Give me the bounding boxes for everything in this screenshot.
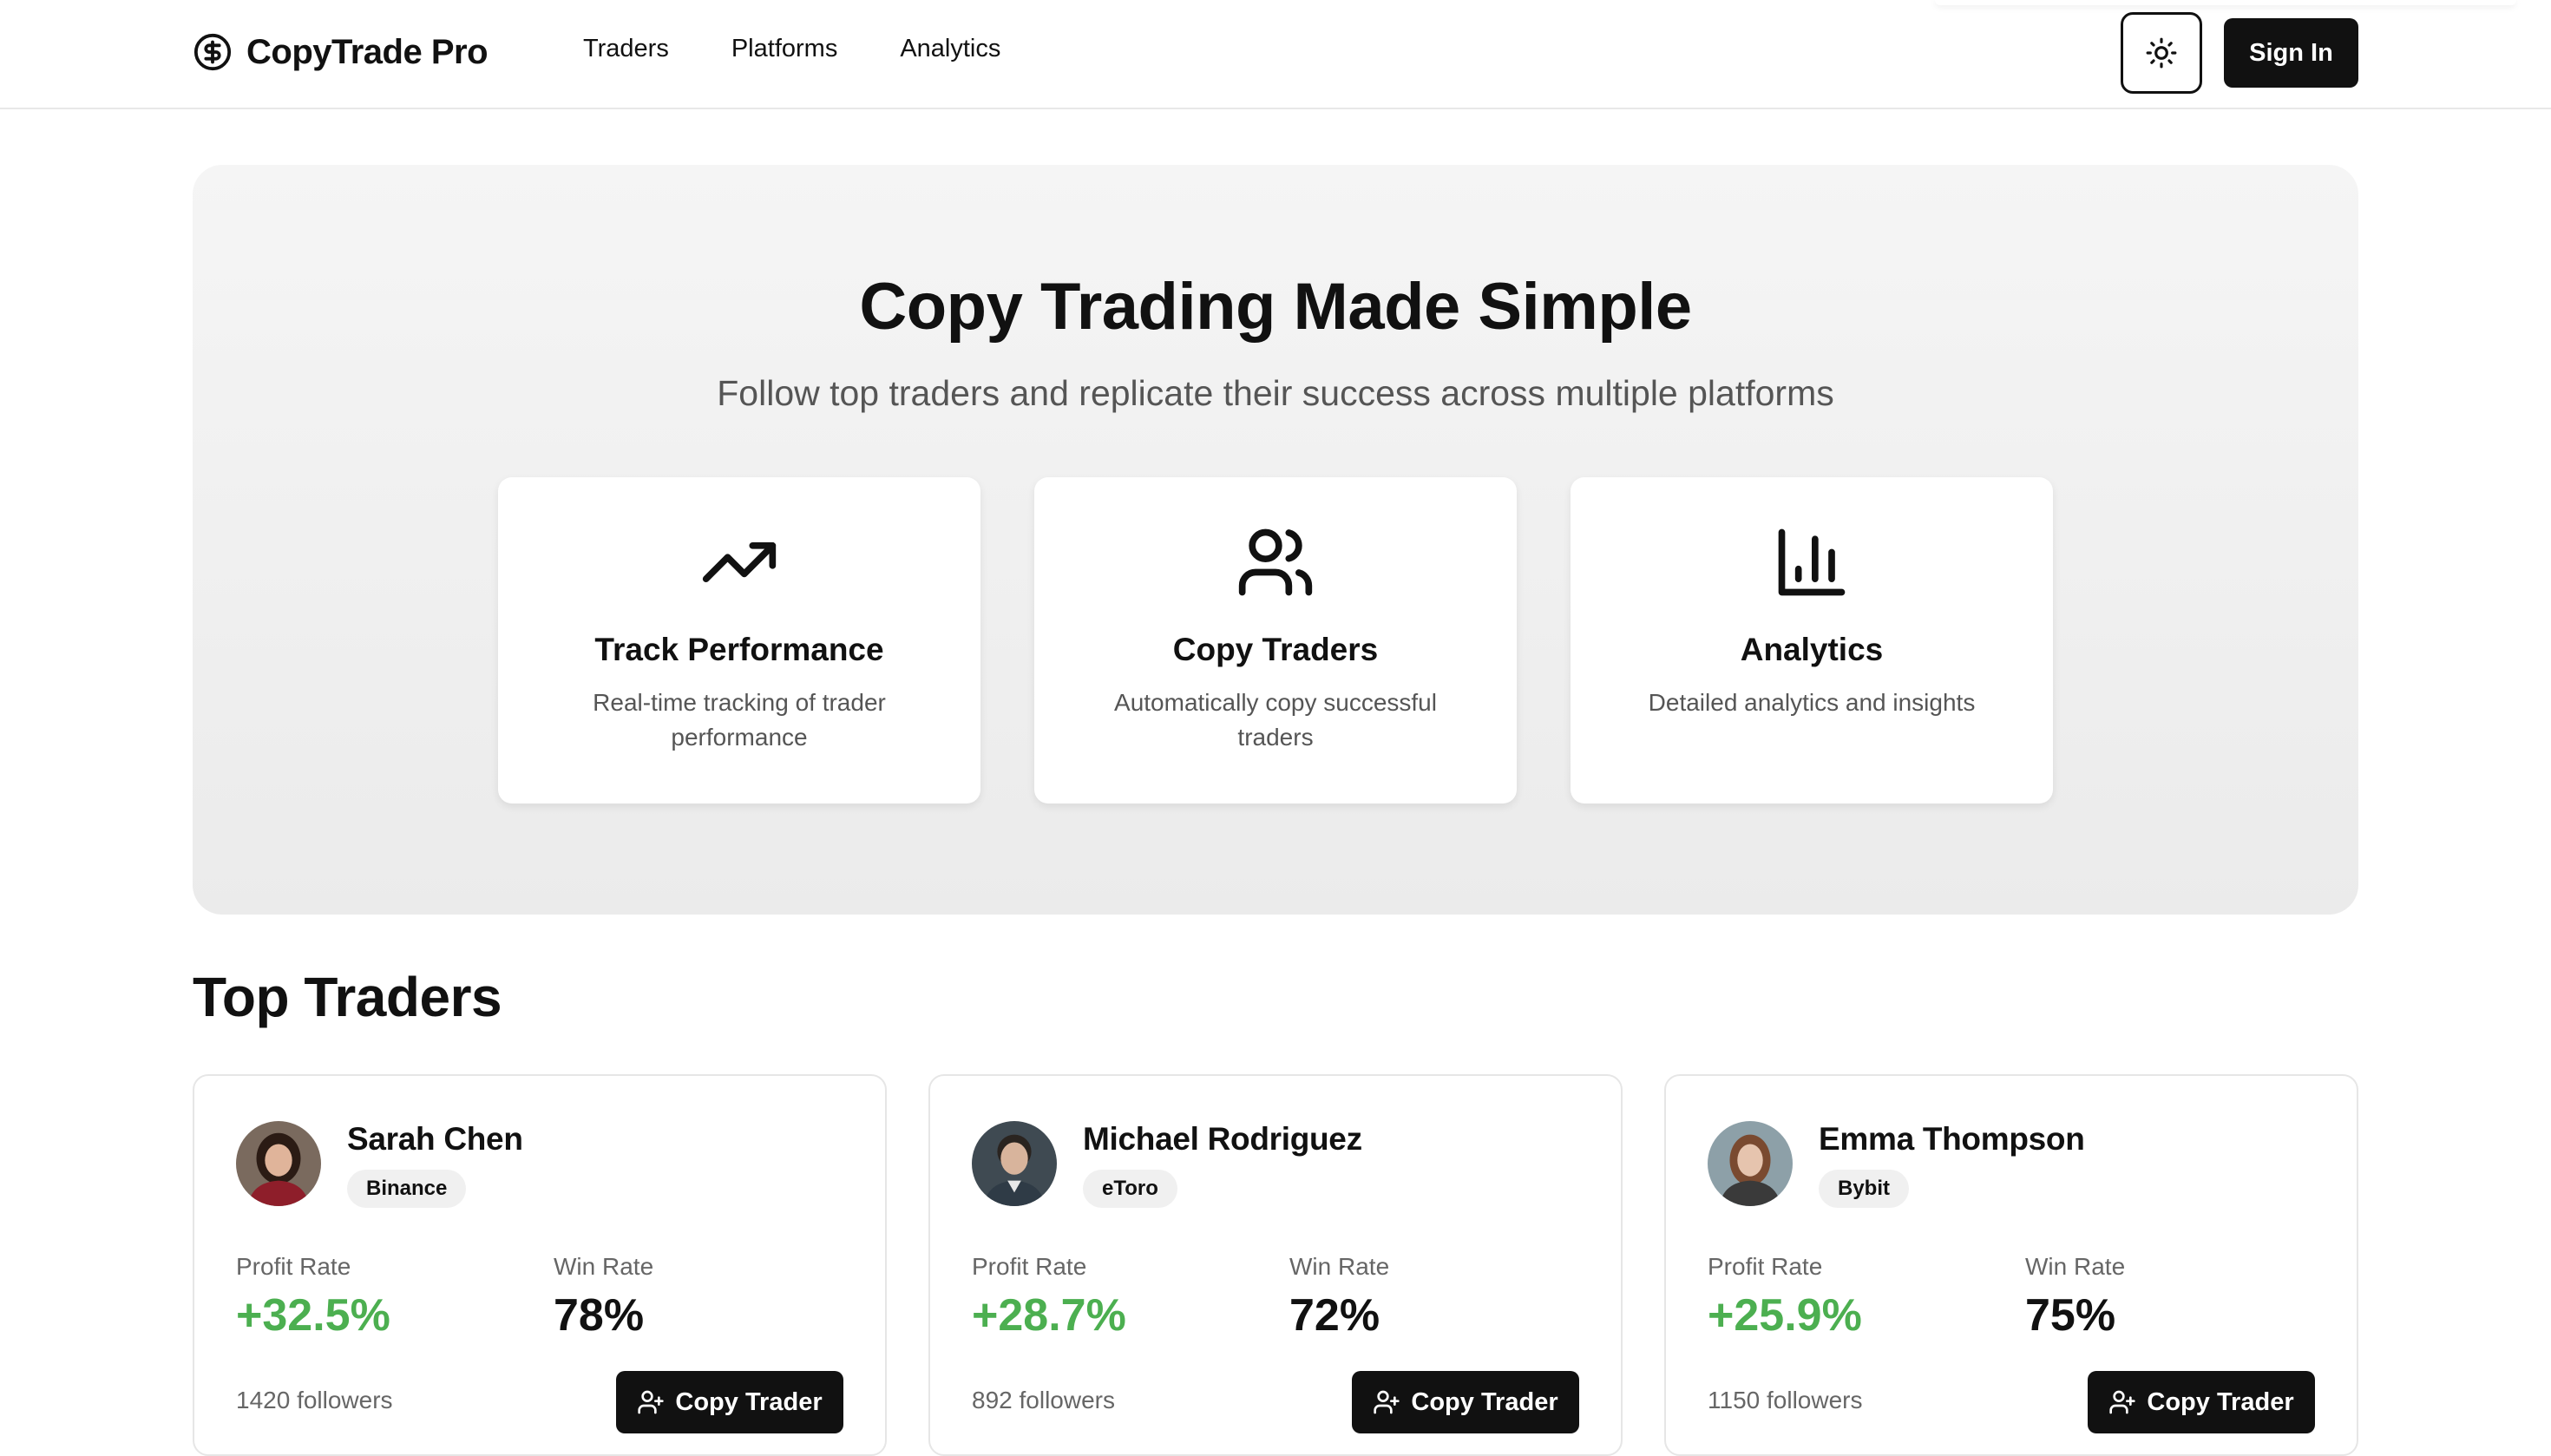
copy-trader-button[interactable]: Copy Trader [1352, 1371, 1579, 1433]
brand-logo[interactable]: CopyTrade Pro [193, 31, 489, 73]
trader-card-michael-rodriguez: Michael Rodriguez eToro Profit Rate +28.… [928, 1074, 1623, 1456]
sun-icon [2146, 37, 2177, 69]
nav-traders[interactable]: Traders [583, 35, 669, 63]
dropdown-shadow [1935, 0, 2516, 5]
copy-trader-button[interactable]: Copy Trader [616, 1371, 843, 1433]
win-rate-value: 72% [1289, 1290, 1380, 1341]
feature-card-analytics: Analytics Detailed analytics and insight… [1571, 477, 2053, 803]
trader-name: Emma Thompson [1819, 1121, 2085, 1157]
feature-title: Copy Traders [1172, 632, 1379, 667]
copy-trader-button[interactable]: Copy Trader [2088, 1371, 2315, 1433]
avatar [236, 1121, 321, 1206]
win-rate-label: Win Rate [1289, 1253, 1390, 1280]
users-icon [1238, 528, 1313, 596]
trending-up-icon [702, 542, 777, 582]
avatar [1708, 1121, 1793, 1206]
win-rate-label: Win Rate [554, 1253, 654, 1280]
feature-card-copy-traders: Copy Traders Automatically copy successf… [1034, 477, 1517, 803]
sign-in-button[interactable]: Sign In [2224, 18, 2358, 88]
followers-count: 1420 followers [236, 1387, 393, 1413]
brand-name: CopyTrade Pro [246, 32, 489, 71]
user-plus-icon [638, 1390, 665, 1414]
nav-analytics[interactable]: Analytics [900, 35, 1000, 63]
win-rate-value: 78% [554, 1290, 645, 1341]
feature-title: Analytics [1740, 632, 1884, 667]
copy-trader-label: Copy Trader [2147, 1387, 2294, 1416]
profit-rate-label: Profit Rate [972, 1253, 1087, 1280]
theme-toggle-button[interactable] [2121, 12, 2202, 94]
user-plus-icon [1374, 1390, 1400, 1414]
platform-badge: Bybit [1819, 1170, 1909, 1208]
top-traders-heading: Top Traders [193, 966, 502, 1028]
user-plus-icon [2109, 1390, 2136, 1414]
trader-name: Sarah Chen [347, 1121, 523, 1157]
win-rate-label: Win Rate [2025, 1253, 2126, 1280]
trader-name: Michael Rodriguez [1083, 1121, 1362, 1157]
profit-rate-value: +28.7% [972, 1290, 1126, 1341]
trader-card-sarah-chen: Sarah Chen Binance Profit Rate +32.5% Wi… [193, 1074, 887, 1456]
copy-trader-label: Copy Trader [675, 1387, 823, 1416]
feature-description: Real-time tracking of trader performance [593, 689, 886, 751]
dollar-circle-icon [193, 33, 232, 71]
feature-card-track-performance: Track Performance Real-time tracking of … [498, 477, 980, 803]
feature-title: Track Performance [594, 632, 884, 667]
hero-subtitle: Follow top traders and replicate their s… [717, 373, 1834, 413]
profit-rate-label: Profit Rate [236, 1253, 351, 1280]
copy-trader-label: Copy Trader [1411, 1387, 1558, 1416]
top-nav-bar: CopyTrade Pro Traders Platforms Analytic… [0, 0, 2551, 109]
hero-title: Copy Trading Made Simple [859, 270, 1692, 344]
followers-count: 892 followers [972, 1387, 1115, 1413]
profit-rate-value: +32.5% [236, 1290, 390, 1341]
profit-rate-value: +25.9% [1708, 1290, 1862, 1341]
feature-description: Automatically copy successful traders [1114, 689, 1437, 751]
nav-platforms[interactable]: Platforms [731, 35, 837, 63]
trader-card-emma-thompson: Emma Thompson Bybit Profit Rate +25.9% W… [1664, 1074, 2358, 1456]
profit-rate-label: Profit Rate [1708, 1253, 1823, 1280]
avatar [972, 1121, 1057, 1206]
followers-count: 1150 followers [1708, 1387, 1863, 1413]
hero-section: Copy Trading Made Simple Follow top trad… [193, 165, 2358, 915]
platform-badge: eToro [1083, 1170, 1177, 1208]
bar-chart-icon [1778, 528, 1846, 596]
platform-badge: Binance [347, 1170, 467, 1208]
main-nav: Traders Platforms Analytics [583, 35, 1000, 63]
feature-description: Detailed analytics and insights [1648, 689, 1976, 716]
win-rate-value: 75% [2025, 1290, 2116, 1341]
